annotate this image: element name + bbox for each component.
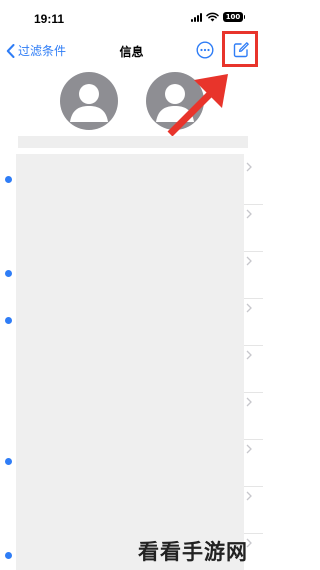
status-icons: 100 <box>191 12 245 22</box>
chevron-right-icon <box>246 350 252 360</box>
watermark: 看看手游网 <box>138 540 248 564</box>
pinned-contact-avatar[interactable] <box>60 72 118 130</box>
chevron-right-icon <box>246 444 252 454</box>
ellipsis-circle-icon[interactable] <box>196 41 214 59</box>
row-separator <box>244 204 263 205</box>
message-list-redacted <box>16 154 244 570</box>
battery-icon: 100 <box>223 12 245 22</box>
row-separator <box>244 251 263 252</box>
unread-dot-icon <box>5 176 12 183</box>
unread-dot-icon <box>5 270 12 277</box>
wifi-icon <box>206 12 219 22</box>
chevron-right-icon <box>246 303 252 313</box>
chevron-right-icon <box>246 162 252 172</box>
row-separator <box>244 486 263 487</box>
status-time: 19:11 <box>34 12 65 26</box>
row-separator <box>244 392 263 393</box>
chevron-right-icon <box>246 397 252 407</box>
row-separator <box>244 345 263 346</box>
chevron-right-icon <box>246 209 252 219</box>
unread-dot-icon <box>5 458 12 465</box>
chevron-right-icon <box>246 491 252 501</box>
row-separator <box>244 439 263 440</box>
chevron-right-icon <box>246 256 252 266</box>
pinned-names-redacted <box>18 136 248 148</box>
person-silhouette-icon <box>70 84 108 122</box>
unread-dot-icon <box>5 552 12 559</box>
cellular-signal-icon <box>191 12 202 22</box>
annotation-highlight-box <box>222 31 258 67</box>
row-separator <box>244 533 263 534</box>
unread-dot-icon <box>5 317 12 324</box>
row-separator <box>244 298 263 299</box>
